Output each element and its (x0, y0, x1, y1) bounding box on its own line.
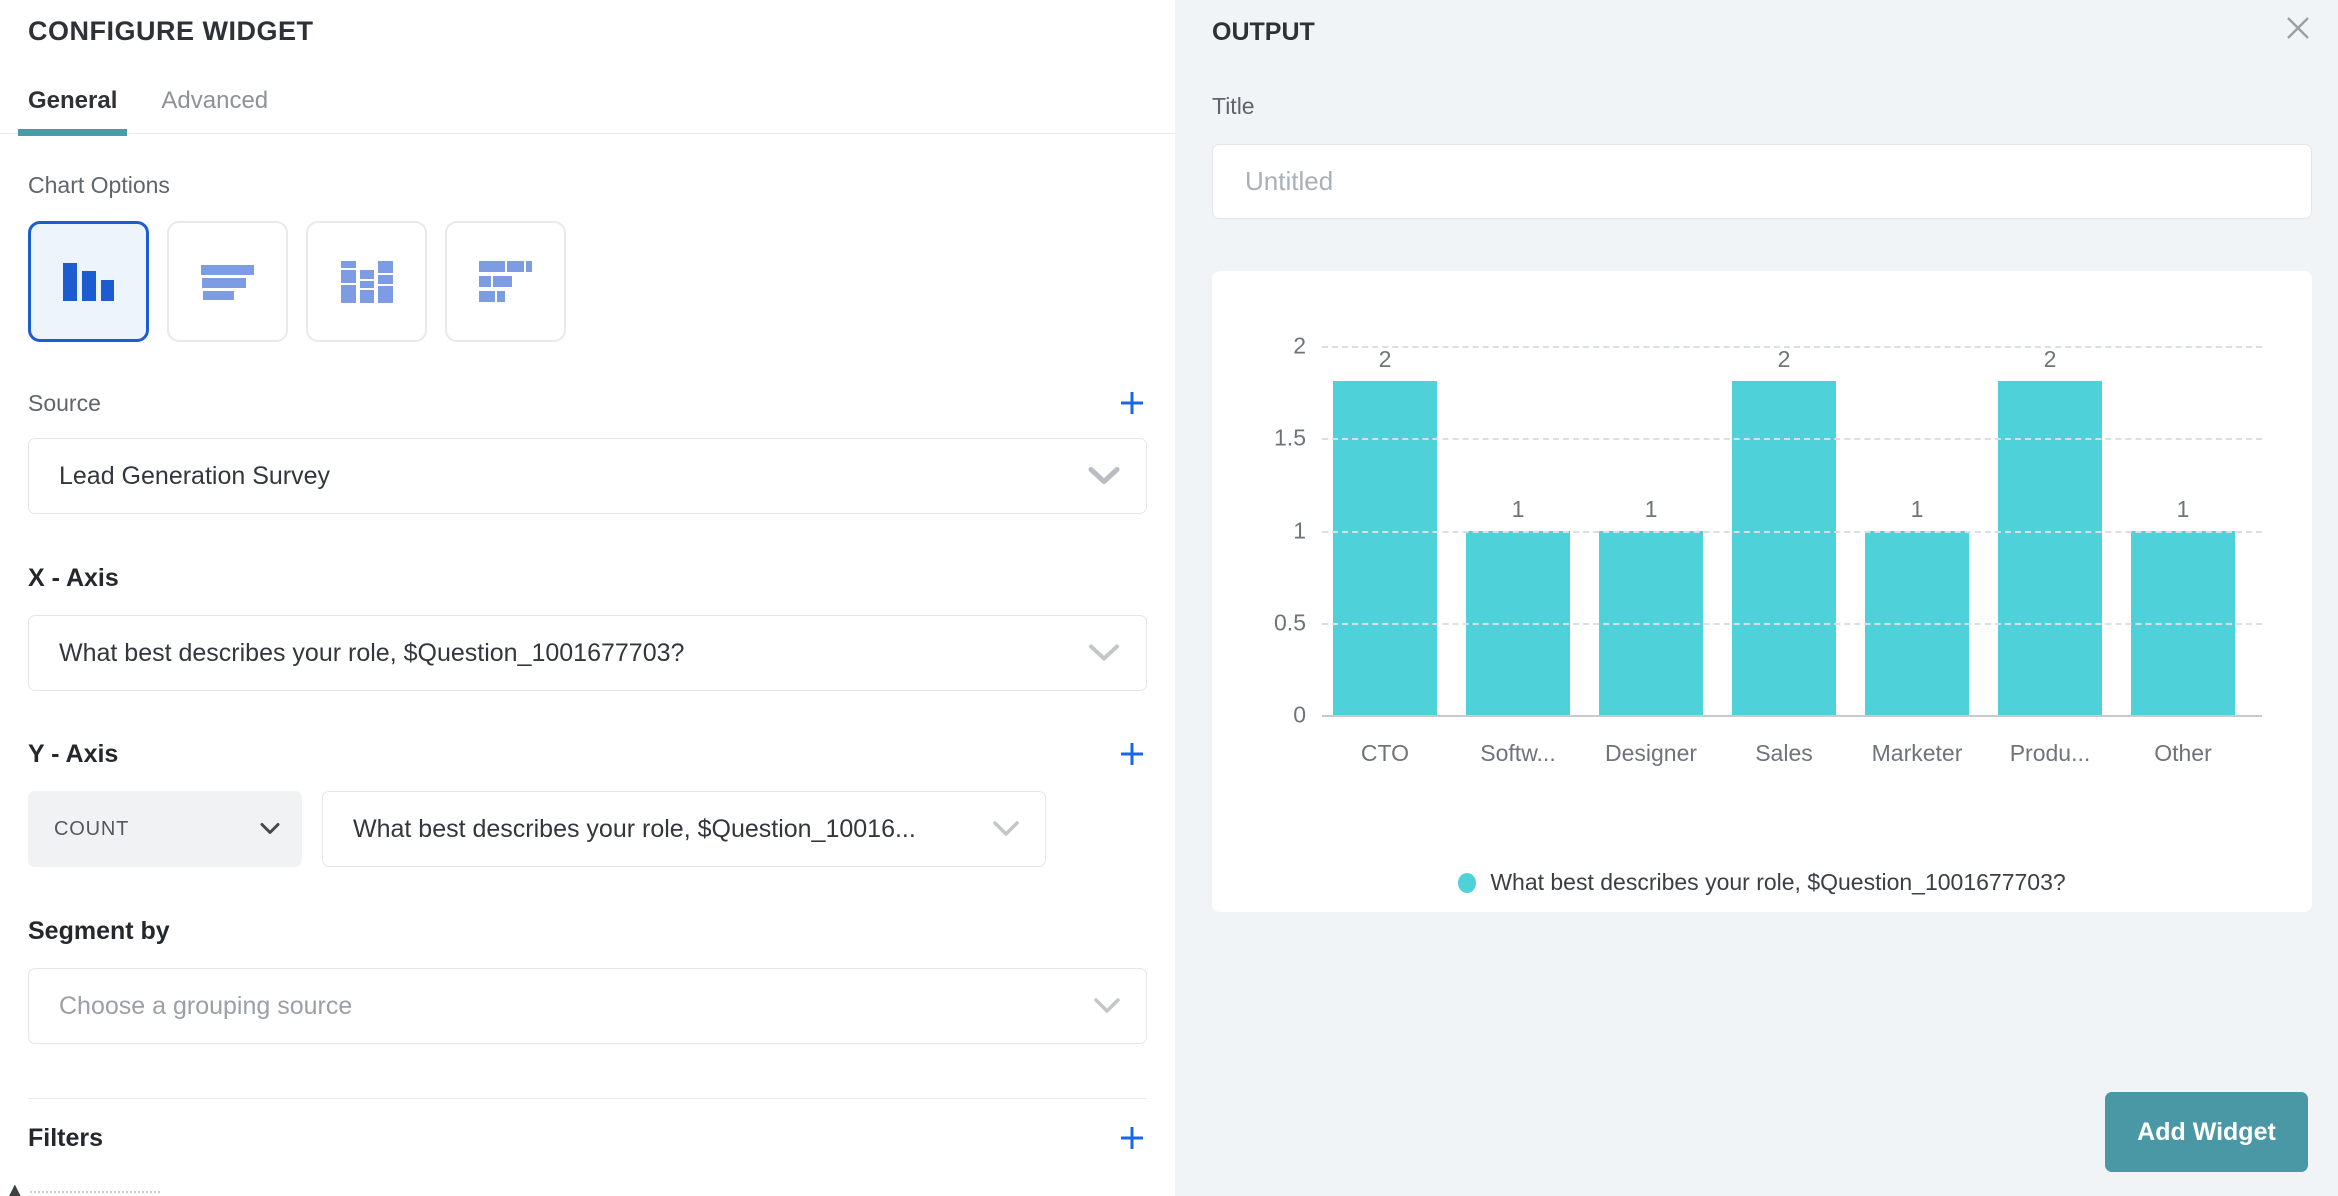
y-tick-label: 0.5 (1274, 609, 1306, 636)
chevron-down-icon (993, 821, 1019, 837)
gridline-y-0.5 (1322, 623, 2262, 625)
close-button[interactable] (2284, 14, 2312, 42)
x-axis-category-label: Marketer (1847, 740, 1987, 767)
chart-preview-card: 2 CTO 1 Softw... 1 Designer 2 Sales 1 Marketer 2 Pr… (1212, 271, 2312, 912)
bar-Produ...[interactable] (1998, 381, 2102, 715)
stacked-horizontal-bar-chart-icon (477, 259, 535, 305)
chart-legend[interactable]: What best describes your role, $Question… (1212, 869, 2312, 896)
bar-value-label: 1 (1512, 496, 1525, 523)
source-header: Source (28, 388, 1147, 418)
y-axis-heading: Y - Axis (28, 740, 118, 769)
y-tick-label: 1.5 (1274, 425, 1306, 452)
filters-heading: Filters (28, 1124, 103, 1153)
chart-type-vertical-bar[interactable] (28, 221, 149, 342)
y-axis-controls: COUNT What best describes your role, $Qu… (28, 791, 1147, 867)
y-tick-label: 1 (1293, 517, 1306, 544)
vertical-bar-chart-icon (58, 257, 120, 307)
segment-by-heading: Segment by (28, 917, 1147, 946)
tab-bar: General Advanced (0, 87, 1175, 134)
bar-value-label: 1 (1645, 496, 1658, 523)
chart-type-options (28, 221, 1147, 342)
x-axis-select-value: What best describes your role, $Question… (59, 639, 684, 668)
y-axis-select[interactable]: What best describes your role, $Question… (322, 791, 1046, 867)
bar-value-label: 2 (1778, 346, 1791, 373)
x-axis-category-label: Designer (1581, 740, 1721, 767)
aggregate-select[interactable]: COUNT (28, 791, 302, 867)
x-axis-select[interactable]: What best describes your role, $Question… (28, 615, 1147, 691)
tab-advanced[interactable]: Advanced (151, 87, 278, 133)
bar-Sales[interactable] (1732, 381, 1836, 715)
widget-title-input[interactable] (1212, 144, 2312, 219)
bar-value-label: 1 (1911, 496, 1924, 523)
x-axis-category-label: Softw... (1448, 740, 1588, 767)
bar-value-label: 2 (2044, 346, 2057, 373)
x-axis-category-label: CTO (1315, 740, 1455, 767)
horizontal-bar-chart-icon (198, 262, 258, 302)
x-axis-category-label: Other (2113, 740, 2253, 767)
bar-value-label: 1 (2177, 496, 2190, 523)
chevron-down-icon (1094, 998, 1120, 1014)
add-source-button[interactable] (1117, 388, 1147, 418)
close-icon (2284, 14, 2312, 42)
configure-widget-panel: CONFIGURE WIDGET General Advanced Chart … (0, 0, 1175, 1196)
gridline-y-2 (1322, 346, 2262, 348)
chart-type-stacked-vertical-bar[interactable] (306, 221, 427, 342)
segment-by-placeholder: Choose a grouping source (59, 992, 352, 1021)
bar-value-label: 2 (1379, 346, 1392, 373)
output-title: OUTPUT (1212, 18, 2312, 47)
add-filter-button[interactable] (1117, 1123, 1147, 1153)
source-label: Source (28, 390, 101, 417)
output-panel: OUTPUT Title 2 CTO 1 Softw... 1 Designer 2 Sale… (1175, 0, 2338, 1196)
plus-icon (1118, 389, 1146, 417)
x-axis-heading: X - Axis (28, 564, 1147, 593)
widget-title-label: Title (1212, 93, 2312, 120)
chart-type-stacked-horizontal-bar[interactable] (445, 221, 566, 342)
segment-by-select[interactable]: Choose a grouping source (28, 968, 1147, 1044)
plus-icon (1118, 1124, 1146, 1152)
aggregate-select-value: COUNT (54, 818, 129, 841)
chart-options-label: Chart Options (28, 172, 1147, 199)
x-axis-category-label: Sales (1714, 740, 1854, 767)
filters-header: Filters (28, 1123, 1147, 1153)
source-select-value: Lead Generation Survey (59, 462, 330, 491)
x-axis-category-label: Produ... (1980, 740, 2120, 767)
legend-dot-icon (1458, 873, 1476, 893)
configure-widget-title: CONFIGURE WIDGET (28, 16, 1147, 47)
chart-plot: 2CTO1Softw...1Designer2Sales1Marketer2Pr… (1322, 346, 2262, 715)
bar-CTO[interactable] (1333, 381, 1437, 715)
y-axis-select-value: What best describes your role, $Question… (353, 815, 916, 844)
chart-type-horizontal-bar[interactable] (167, 221, 288, 342)
plus-icon (1118, 740, 1146, 768)
gridline-y-0 (1322, 715, 2262, 717)
y-tick-label: 2 (1293, 333, 1306, 360)
y-tick-label: 0 (1293, 702, 1306, 729)
y-axis-header: Y - Axis (28, 739, 1147, 769)
chevron-down-icon (1088, 644, 1120, 663)
chevron-down-icon (1088, 467, 1120, 486)
section-divider (28, 1098, 1147, 1099)
add-y-axis-button[interactable] (1117, 739, 1147, 769)
cropped-content-fragment: ▲ (0, 1184, 300, 1196)
gridline-y-1.5 (1322, 438, 2262, 440)
stacked-vertical-bar-chart-icon (339, 259, 395, 305)
add-widget-button[interactable]: Add Widget (2105, 1092, 2308, 1172)
tab-general[interactable]: General (18, 87, 127, 133)
legend-label: What best describes your role, $Question… (1490, 869, 2065, 896)
source-select[interactable]: Lead Generation Survey (28, 438, 1147, 514)
gridline-y-1 (1322, 531, 2262, 533)
chevron-down-icon (260, 823, 280, 836)
